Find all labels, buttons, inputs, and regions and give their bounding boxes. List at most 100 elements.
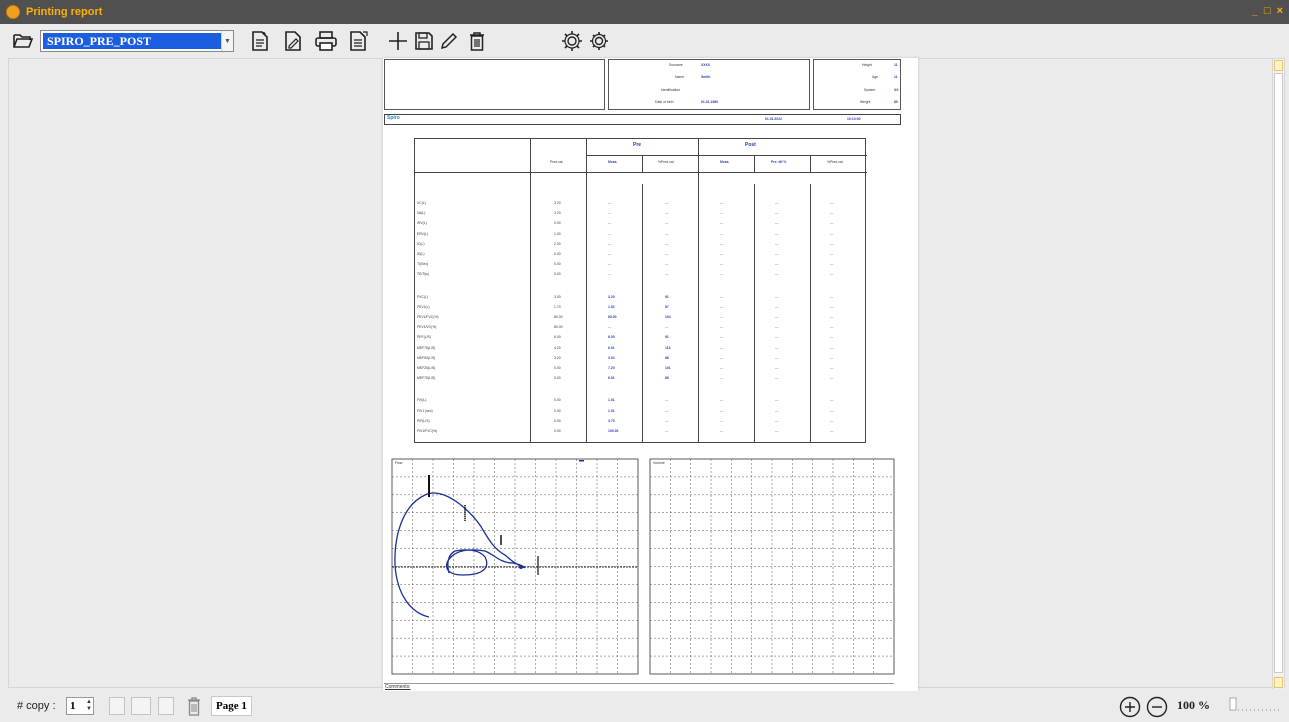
zoom-slider[interactable] <box>1226 696 1282 714</box>
zoom-slider-thumb <box>1229 697 1237 711</box>
row-label: IRV(L) <box>417 221 427 226</box>
row-cell: 83.00 <box>608 315 617 319</box>
maximize-button[interactable]: □ <box>1264 5 1271 17</box>
row-cell: 87 <box>665 304 669 309</box>
trash-icon[interactable] <box>464 28 490 54</box>
row-cell: --- <box>720 418 724 423</box>
vertical-scrollbar[interactable] <box>1272 59 1284 689</box>
row-cell: --- <box>775 366 779 370</box>
surname-value: XXXX <box>701 63 711 67</box>
save-icon[interactable] <box>411 28 437 54</box>
settings-icon[interactable] <box>559 28 585 54</box>
row-cell: --- <box>608 221 612 226</box>
row-cell: --- <box>775 408 779 413</box>
identification-label: Identification <box>661 88 681 92</box>
row-cell: 0.00 <box>554 221 561 226</box>
row-cell: --- <box>720 408 724 413</box>
row-cell: --- <box>665 429 669 433</box>
row-cell: --- <box>665 231 669 236</box>
minimize-button[interactable]: _ <box>1252 5 1258 17</box>
copy-label: # copy : <box>17 700 56 712</box>
row-cell: --- <box>830 325 834 330</box>
height-label: Height <box>862 63 872 67</box>
row-cell: --- <box>665 325 669 330</box>
row-cell: --- <box>830 294 834 299</box>
weight-value: 80 <box>894 100 898 104</box>
export-icon[interactable] <box>346 28 372 54</box>
row-label: ID(L) <box>417 252 425 256</box>
print-icon[interactable] <box>313 28 339 54</box>
scroll-thumb[interactable] <box>1274 73 1283 673</box>
page-tab[interactable]: Page 1 <box>211 696 252 716</box>
logo-box <box>384 59 605 110</box>
row-cell: --- <box>720 429 724 433</box>
row-cell: 3.20 <box>554 211 561 216</box>
row-cell: --- <box>608 201 612 205</box>
dob-label: Date of birth <box>655 100 674 104</box>
system-value: XX <box>894 88 899 92</box>
row-cell: 1.01 <box>608 398 615 403</box>
new-document-icon[interactable] <box>247 28 273 54</box>
row-cell: --- <box>720 201 724 205</box>
col-pre-meas: Meas. <box>608 160 618 164</box>
col-pred-val: Pred.val. <box>550 160 564 164</box>
row-label: IC(L) <box>417 241 425 246</box>
edit-document-icon[interactable] <box>280 28 306 54</box>
row-cell: --- <box>830 335 834 340</box>
open-folder-icon[interactable] <box>10 28 36 54</box>
row-cell: 0.00 <box>554 366 561 370</box>
row-label: FEV1/FVC(%) <box>417 315 439 319</box>
row-cell: --- <box>830 252 834 256</box>
row-cell: --- <box>830 429 834 433</box>
col-post-dif: Pre. dif % <box>771 160 787 164</box>
volume-graph-title: Volume <box>653 461 665 465</box>
scroll-up-button[interactable] <box>1274 60 1283 71</box>
row-cell: --- <box>720 252 724 256</box>
add-icon[interactable] <box>385 28 411 54</box>
first-page-icon[interactable] <box>109 697 125 715</box>
post-header: Post <box>745 142 756 148</box>
copy-count-value: 1 <box>70 700 76 712</box>
report-select[interactable]: SPIRO_PRE_POST ▼ <box>40 30 234 52</box>
weight-label: Weight <box>860 100 871 104</box>
row-label: FIV(L) <box>417 398 427 403</box>
row-cell: 113 <box>665 345 671 350</box>
row-cell: 0.00 <box>554 272 561 277</box>
scroll-down-button[interactable] <box>1274 677 1283 688</box>
row-cell: --- <box>665 262 669 267</box>
col-post-pct: %Pred.val. <box>827 160 844 164</box>
age-label: Age <box>872 75 879 79</box>
settings-alt-icon[interactable] <box>586 28 612 54</box>
close-button[interactable]: × <box>1277 5 1283 17</box>
row-label: TE/Ti(s) <box>417 272 429 277</box>
delete-page-icon[interactable] <box>187 696 201 716</box>
row-cell: --- <box>665 241 669 246</box>
row-cell: 3.20 <box>608 294 615 299</box>
chevron-down-icon[interactable]: ▼ <box>221 31 233 51</box>
toolbar: SPIRO_PRE_POST ▼ <box>0 24 1289 57</box>
row-cell: 86 <box>665 376 669 381</box>
row-label: MEF75(L/S) <box>417 345 436 350</box>
row-cell: 2.00 <box>554 241 561 246</box>
row-cell: 0.00 <box>554 429 561 433</box>
row-cell: --- <box>830 345 834 350</box>
row-cell: --- <box>775 221 779 226</box>
age-value: 11 <box>894 75 898 79</box>
window-title: Printing report <box>26 6 103 18</box>
row-cell: --- <box>775 398 779 403</box>
row-cell: 6.01 <box>608 345 615 350</box>
flow-volume-graph: Flow <box>391 458 639 675</box>
copy-count-stepper[interactable]: 1 ▲ ▼ <box>66 697 94 715</box>
zoom-in-icon[interactable] <box>1119 696 1141 718</box>
results-table: Pre Post Pred.val. Meas. %Pred.val. Meas… <box>414 138 867 443</box>
row-cell: --- <box>775 211 779 216</box>
row-cell: --- <box>830 355 834 360</box>
stepper-arrows-icon[interactable]: ▲ ▼ <box>86 699 92 713</box>
section-date: 01.01.2022 <box>765 117 782 121</box>
zoom-out-icon[interactable] <box>1146 696 1168 718</box>
row-cell: 80.00 <box>554 315 563 319</box>
page-layout-icon[interactable] <box>131 697 151 715</box>
report-page: Surname XXXX Name Smith Identification D… <box>383 58 918 698</box>
pencil-icon[interactable] <box>436 28 462 54</box>
blank-page-icon[interactable] <box>158 697 174 715</box>
